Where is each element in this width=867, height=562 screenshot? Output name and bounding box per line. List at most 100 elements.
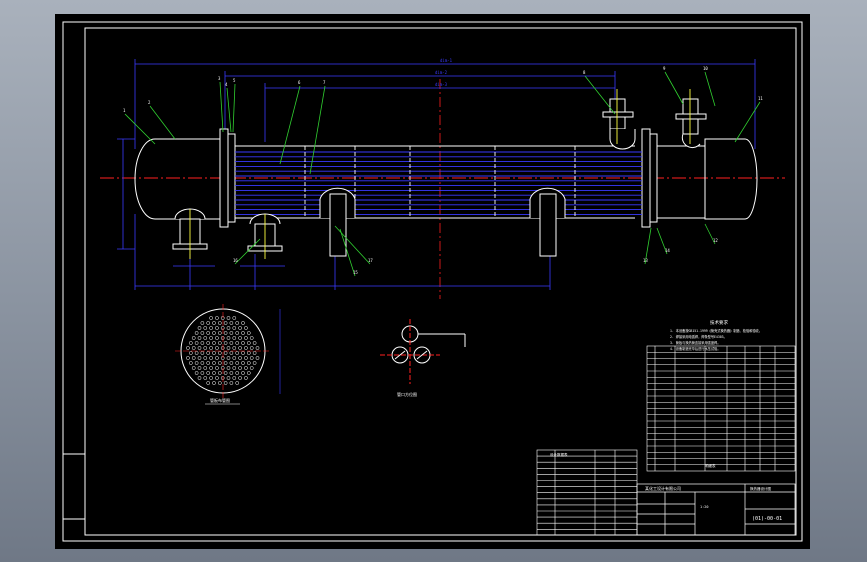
tube-hole	[197, 346, 202, 350]
tube-hole	[188, 341, 193, 345]
tube-hole	[232, 336, 237, 340]
tube-hole	[220, 316, 225, 320]
tube-hole	[212, 381, 216, 385]
tube-hole	[200, 321, 205, 325]
note-line: 4. 设备制造完毕后进行水压试验。	[670, 346, 720, 351]
balloon-number: 5	[233, 78, 236, 83]
note-line: 3. 管板与换热管连接采用强度焊。	[670, 340, 720, 345]
tube-hole	[235, 351, 240, 355]
tube-hole	[206, 351, 211, 355]
tube-hole	[194, 361, 199, 365]
tube-hole	[188, 361, 193, 365]
tube-hole	[217, 361, 222, 365]
tube-hole	[241, 341, 245, 345]
balloon-number: 16	[233, 258, 238, 263]
balloon-numbers: 12345 6 789 10111213141516 17	[123, 66, 763, 275]
tube-hole	[235, 341, 240, 345]
tube-hole	[203, 376, 208, 380]
tube-hole	[226, 316, 231, 320]
drawing-number: (01)-00-01	[752, 516, 782, 522]
tube-bundle	[235, 151, 642, 215]
balloon-number: 17	[368, 258, 373, 263]
svg-text:dim-1: dim-1	[440, 58, 453, 63]
tube-hole	[238, 336, 242, 340]
balloon-number: 11	[758, 96, 763, 101]
tube-hole	[220, 326, 225, 330]
tube-hole	[197, 376, 202, 380]
detail-view	[380, 319, 466, 384]
tube-hole	[232, 356, 237, 360]
tubesheet-view-label: 管板布管图	[210, 397, 230, 403]
tube-hole	[249, 346, 254, 350]
tube-hole	[209, 356, 213, 360]
balloon-number: 15	[353, 270, 358, 275]
balloon-number: 14	[665, 248, 670, 253]
tube-hole	[215, 346, 219, 350]
tube-hole	[209, 376, 213, 380]
tube-hole	[226, 346, 231, 350]
tube-hole	[194, 331, 199, 335]
leader-line	[309, 85, 326, 175]
balloon-number: 2	[148, 100, 151, 105]
tube-hole	[249, 356, 254, 360]
main-view-label: 主视图	[255, 127, 267, 133]
tube-hole	[220, 336, 225, 340]
tube-hole	[226, 336, 231, 340]
tube-hole	[238, 376, 242, 380]
tube-hole	[203, 326, 208, 330]
tube-hole	[246, 371, 251, 375]
balloon-number: 9	[663, 66, 666, 71]
balloon-number: 1	[123, 108, 126, 113]
tube-hole	[217, 371, 222, 375]
tube-hole	[252, 361, 257, 365]
tube-hole	[226, 356, 231, 360]
tube-hole	[209, 346, 213, 350]
tube-hole	[203, 366, 208, 370]
tube-hole	[220, 376, 225, 380]
tube-hole	[223, 351, 228, 355]
tube-hole	[223, 331, 228, 335]
leader-line	[149, 105, 176, 140]
tube-hole	[246, 351, 251, 355]
tube-hole	[244, 326, 248, 330]
tube-hole	[244, 356, 248, 360]
tube-hole	[215, 356, 219, 360]
drawing-canvas: dim-1 dim-2 dim-3 12345 6 789 1011121314…	[62, 21, 803, 542]
tube-hole	[191, 336, 196, 340]
tube-hole	[235, 331, 240, 335]
tube-hole	[217, 351, 222, 355]
tube-hole	[197, 336, 202, 340]
tube-hole	[235, 321, 240, 325]
tube-hole	[217, 321, 222, 325]
tube-hole	[203, 346, 208, 350]
saddle-supports	[319, 187, 566, 257]
tube-hole	[212, 351, 216, 355]
leader-line	[226, 87, 232, 133]
tube-hole	[197, 366, 202, 370]
tube-hole	[220, 356, 225, 360]
detail-view-label: 管口方位图	[397, 391, 417, 397]
tube-hole	[246, 361, 251, 365]
cad-viewport[interactable]: dim-1 dim-2 dim-3 1 2 3 4 5 6 7 8 9 10 1…	[0, 0, 867, 562]
leader-line	[664, 71, 684, 105]
tube-hole	[229, 321, 234, 325]
tube-hole	[226, 366, 231, 370]
tube-hole	[246, 331, 251, 335]
tube-hole	[232, 326, 237, 330]
dimension-texts: dim-1 dim-2 dim-3	[435, 58, 453, 87]
tube-hole	[212, 341, 216, 345]
tube-hole	[238, 356, 242, 360]
tube-hole	[215, 366, 219, 370]
parts-list-title: 明细表	[705, 463, 716, 468]
notes-title: 技术要求	[710, 319, 728, 326]
tube-hole	[206, 341, 211, 345]
tube-hole	[244, 366, 248, 370]
tube-hole	[200, 371, 205, 375]
tube-hole	[206, 371, 211, 375]
leader-line	[734, 101, 761, 143]
note-line: 1. 本设备按GB151-1999《管壳式换热器》制造、检验和验收。	[670, 328, 762, 333]
tube-hole	[191, 366, 196, 370]
tube-hole	[223, 341, 228, 345]
tube-hole	[244, 346, 248, 350]
tube-hole	[215, 326, 219, 330]
